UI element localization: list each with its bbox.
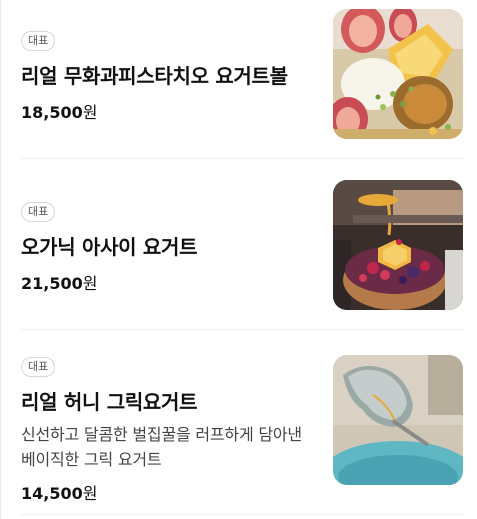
menu-item-name: 리얼 무화과피스타치오 요거트볼 [21, 64, 288, 88]
fig-pistachio-yogurt-bowl-photo [333, 9, 463, 139]
menu-item-info: 대표 리얼 무화과피스타치오 요거트볼 18,500원 [21, 9, 313, 159]
price-value: 18,500 [21, 103, 83, 122]
menu-list: 대표 리얼 무화과피스타치오 요거트볼 18,500원 대표 오가닉 아사이 요… [0, 0, 477, 519]
price-currency: 원 [82, 484, 98, 503]
greek-yogurt-spoon-photo [333, 355, 463, 485]
menu-item-price: 21,500원 [21, 270, 313, 294]
price-value: 21,500 [21, 274, 83, 293]
menu-item[interactable]: 대표 리얼 허니 그릭요거트 신선하고 달콤한 벌집꿀을 러프하게 담아낸 베이… [21, 355, 465, 519]
menu-item-name: 오가닉 아사이 요거트 [21, 235, 198, 259]
price-value: 14,500 [21, 484, 83, 503]
price-currency: 원 [82, 274, 98, 293]
menu-item-image[interactable] [333, 355, 463, 485]
menu-item-info: 대표 리얼 허니 그릭요거트 신선하고 달콤한 벌집꿀을 러프하게 담아낸 베이… [21, 355, 313, 519]
acai-yogurt-bowl-photo [333, 180, 463, 310]
menu-item-price: 18,500원 [21, 99, 313, 123]
signature-badge: 대표 [21, 357, 56, 377]
signature-badge: 대표 [21, 31, 56, 51]
menu-item-name: 리얼 허니 그릭요거트 [21, 390, 198, 414]
menu-item-description: 신선하고 달콤한 벌집꿀을 러프하게 담아낸 베이직한 그릭 요거트 [21, 425, 302, 469]
menu-item[interactable]: 대표 리얼 무화과피스타치오 요거트볼 18,500원 [21, 9, 465, 159]
signature-badge: 대표 [21, 202, 56, 222]
menu-item-info: 대표 오가닉 아사이 요거트 21,500원 [21, 180, 313, 330]
menu-item[interactable]: 대표 오가닉 아사이 요거트 21,500원 [21, 180, 465, 330]
menu-item-price: 14,500원 [21, 480, 313, 504]
menu-item-image[interactable] [333, 9, 463, 139]
menu-item-image[interactable] [333, 180, 463, 310]
price-currency: 원 [82, 103, 98, 122]
